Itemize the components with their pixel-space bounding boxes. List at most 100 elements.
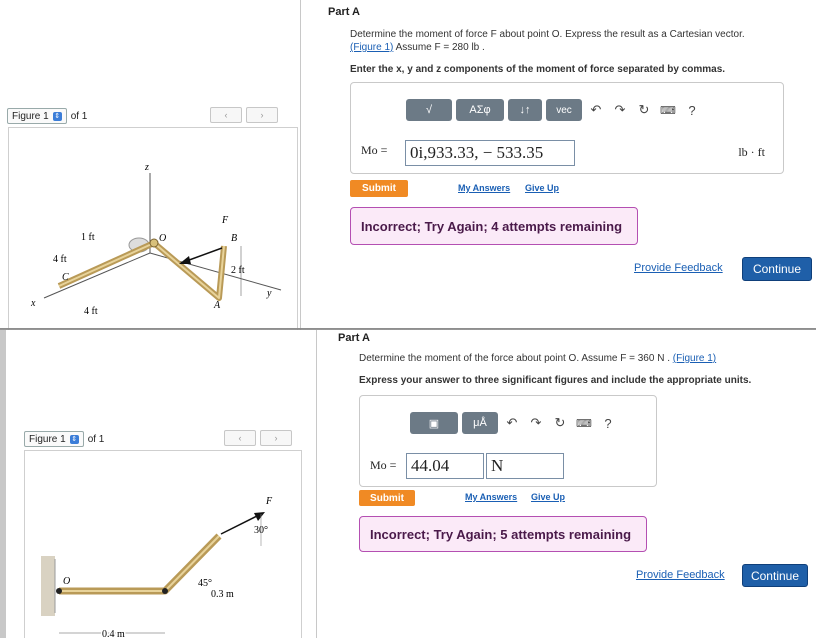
- question-line: Determine the moment of the force about …: [359, 353, 670, 364]
- reset-icon[interactable]: ↻: [634, 100, 654, 120]
- incorrect-alert: Incorrect; Try Again; 5 attempts remaini…: [359, 516, 647, 552]
- keyboard-icon[interactable]: ⌨: [658, 100, 678, 120]
- question-text: Determine the moment of force F about po…: [350, 28, 790, 54]
- greek-symbols-button[interactable]: ΑΣφ: [456, 99, 504, 121]
- my-answers-link[interactable]: My Answers: [458, 183, 510, 193]
- point-o-label: O: [63, 576, 70, 587]
- provide-feedback-link[interactable]: Provide Feedback: [634, 262, 723, 274]
- continue-button[interactable]: Continue: [742, 564, 808, 587]
- answer-box: √ ΑΣφ ↓↑ vec ↶ ↷ ↻ ⌨ ? Mo = 0i,933.33, −…: [350, 82, 784, 174]
- reset-icon[interactable]: ↻: [550, 413, 570, 433]
- angle-30-label: 30°: [254, 525, 268, 536]
- template-icon: ▣: [428, 417, 440, 430]
- figure-count: of 1: [70, 110, 88, 122]
- answer-input[interactable]: 0i,933.33, − 533.35: [405, 140, 575, 166]
- figure-select-label: Figure 1: [29, 433, 66, 445]
- part-title: Part A: [338, 332, 370, 344]
- dim-04m: 0.4 m: [102, 629, 125, 638]
- axis-z-label: z: [144, 162, 149, 173]
- dim-03m: 0.3 m: [211, 589, 234, 600]
- dim-4ft-b: 4 ft: [84, 306, 98, 317]
- figure-select[interactable]: Figure 1 ⇕: [7, 108, 67, 124]
- instruction-text: Enter the x, y and z components of the m…: [350, 64, 726, 75]
- greek-label: ΑΣφ: [469, 104, 491, 116]
- point-b-label: B: [231, 233, 237, 244]
- force-label: F: [221, 215, 229, 226]
- template-button[interactable]: ▣: [410, 412, 458, 434]
- submit-button[interactable]: Submit: [350, 180, 408, 197]
- point-o-label: O: [159, 233, 166, 244]
- point-a-label: A: [213, 300, 221, 311]
- template-button[interactable]: √: [406, 99, 452, 121]
- figure-3d-rod: z x y F B O A C 1 ft 4 ft 2 ft 4 ft: [30, 162, 282, 317]
- figure-frame: F 30° O 45° 0.3 m 0.4 m: [24, 450, 302, 638]
- figure-selector-row: Figure 1 ⇕ of 1: [7, 108, 87, 124]
- help-icon[interactable]: ?: [598, 413, 618, 433]
- value-input[interactable]: 44.04: [406, 453, 484, 479]
- figure-selector-row: Figure 1 ⇕ of 1: [24, 431, 104, 447]
- figure-select-label: Figure 1: [12, 110, 49, 122]
- chevron-updown-icon: ⇕: [69, 434, 79, 444]
- force-label: F: [265, 496, 273, 507]
- figure-link[interactable]: (Figure 1): [673, 353, 716, 364]
- part-title: Part A: [328, 6, 360, 18]
- my-answers-link[interactable]: My Answers: [465, 492, 517, 502]
- axis-x-label: x: [30, 298, 36, 309]
- input-label: Mo =: [370, 458, 397, 472]
- give-up-link[interactable]: Give Up: [525, 183, 559, 193]
- prev-figure-button[interactable]: ‹: [224, 430, 256, 446]
- unit-input-text: N: [491, 456, 504, 475]
- redo-icon[interactable]: ↷: [610, 100, 630, 120]
- give-up-link[interactable]: Give Up: [531, 492, 565, 502]
- angle-45-label: 45°: [198, 578, 212, 589]
- math-toolbar: √ ΑΣφ ↓↑ vec ↶ ↷ ↻ ⌨ ?: [406, 99, 702, 121]
- question-text: Determine the moment of the force about …: [359, 352, 799, 365]
- redo-icon[interactable]: ↷: [526, 413, 546, 433]
- help-icon[interactable]: ?: [682, 100, 702, 120]
- figure-bent-rod: F 30° O 45° 0.3 m 0.4 m: [41, 496, 273, 638]
- figure-link[interactable]: (Figure 1): [350, 42, 393, 53]
- input-label: Mo =: [361, 143, 388, 157]
- point-c-label: C: [62, 272, 69, 283]
- figure-count: of 1: [87, 433, 105, 445]
- arrows-icon: ↓↑: [519, 104, 531, 116]
- value-input-text: 44.04: [411, 456, 450, 475]
- answer-box: ▣ μÅ ↶ ↷ ↻ ⌨ ? Mo = 44.04 N: [359, 395, 657, 487]
- provide-feedback-link[interactable]: Provide Feedback: [636, 569, 725, 581]
- vec-label: vec: [556, 104, 572, 116]
- units-button[interactable]: μÅ: [462, 412, 498, 434]
- assume-text: Assume F = 280 lb .: [395, 42, 485, 53]
- figure-frame: z x y F B O A C 1 ft 4 ft 2 ft 4 ft: [8, 127, 298, 330]
- answer-input-value: 0i,933.33, − 533.35: [410, 143, 544, 162]
- top-screenshot: Figure 1 ⇕ of 1 ‹ › z x y F B O A C 1 ft…: [0, 0, 816, 330]
- instruction-text: Express your answer to three significant…: [359, 375, 752, 386]
- figure-pane: Figure 1 ⇕ of 1 ‹ › z x y F B O A C 1 ft…: [0, 0, 301, 330]
- continue-button[interactable]: Continue: [742, 257, 812, 281]
- next-figure-button[interactable]: ›: [246, 107, 278, 123]
- next-figure-button[interactable]: ›: [260, 430, 292, 446]
- keyboard-icon[interactable]: ⌨: [574, 413, 594, 433]
- undo-icon[interactable]: ↶: [502, 413, 522, 433]
- vector-button[interactable]: vec: [546, 99, 582, 121]
- chevron-updown-icon: ⇕: [52, 111, 62, 121]
- question-line: Determine the moment of force F about po…: [350, 29, 745, 40]
- incorrect-alert: Incorrect; Try Again; 4 attempts remaini…: [350, 207, 638, 245]
- axis-y-label: y: [266, 288, 272, 299]
- prev-figure-button[interactable]: ‹: [210, 107, 242, 123]
- sub-superscript-button[interactable]: ↓↑: [508, 99, 542, 121]
- chevron-left-icon: ‹: [224, 110, 228, 120]
- dim-1ft: 1 ft: [81, 232, 95, 243]
- undo-icon[interactable]: ↶: [586, 100, 606, 120]
- figure-select[interactable]: Figure 1 ⇕: [24, 431, 84, 447]
- chevron-left-icon: ‹: [238, 433, 242, 443]
- unit-label: lb · ft: [738, 145, 765, 159]
- dim-2ft: 2 ft: [231, 265, 245, 276]
- math-toolbar: ▣ μÅ ↶ ↷ ↻ ⌨ ?: [410, 412, 618, 434]
- units-label: μÅ: [473, 417, 487, 429]
- submit-button[interactable]: Submit: [359, 490, 415, 506]
- figure-pane: Figure 1 ⇕ of 1 ‹ › F 30° O 45° 0.3 m 0.…: [0, 330, 317, 638]
- unit-input[interactable]: N: [486, 453, 564, 479]
- chevron-right-icon: ›: [274, 433, 278, 443]
- chevron-right-icon: ›: [260, 110, 264, 120]
- bottom-screenshot: Figure 1 ⇕ of 1 ‹ › F 30° O 45° 0.3 m 0.…: [0, 330, 816, 638]
